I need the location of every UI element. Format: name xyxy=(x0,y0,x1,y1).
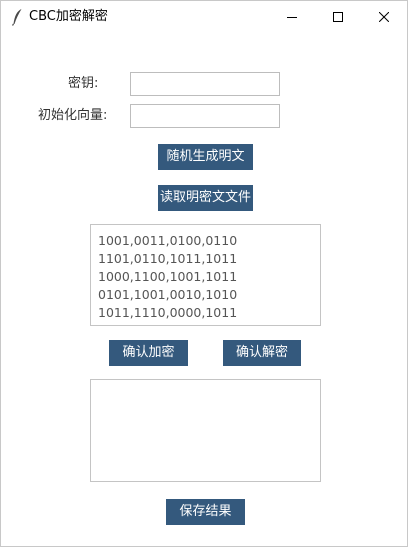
text-line: 1101,0110,1011,1011 xyxy=(98,251,238,266)
feather-icon xyxy=(11,8,23,26)
key-input[interactable] xyxy=(130,72,280,96)
encrypt-button[interactable]: 确认加密 xyxy=(109,340,188,366)
maximize-icon xyxy=(333,12,343,22)
key-label: 密钥: xyxy=(68,76,99,91)
text-line: 1011,1110,0000,1011 xyxy=(98,305,238,320)
app-window: CBC加密解密 密钥: 初始化向量: 随机生成明文 读取明密文文件 1001,0… xyxy=(0,0,408,547)
decrypt-button[interactable]: 确认解密 xyxy=(223,340,301,366)
iv-label: 初始化向量: xyxy=(38,108,108,123)
random-plaintext-button[interactable]: 随机生成明文 xyxy=(158,144,253,170)
close-icon xyxy=(379,12,389,22)
maximize-button[interactable] xyxy=(315,1,361,33)
title-bar[interactable]: CBC加密解密 xyxy=(1,1,407,33)
text-line: 0101,1001,0010,1010 xyxy=(98,287,238,302)
read-file-button[interactable]: 读取明密文文件 xyxy=(158,185,253,211)
save-result-button[interactable]: 保存结果 xyxy=(166,499,245,525)
result-textbox[interactable] xyxy=(90,379,321,482)
text-line: 1001,0011,0100,0110 xyxy=(98,233,238,248)
minimize-icon xyxy=(287,12,297,22)
iv-input[interactable] xyxy=(130,104,280,128)
close-button[interactable] xyxy=(361,1,407,33)
minimize-button[interactable] xyxy=(269,1,315,33)
plaintext-textbox[interactable]: 1001,0011,0100,0110 1101,0110,1011,1011 … xyxy=(90,224,321,326)
window-title: CBC加密解密 xyxy=(29,9,108,24)
text-line: 1000,1100,1001,1011 xyxy=(98,269,238,284)
